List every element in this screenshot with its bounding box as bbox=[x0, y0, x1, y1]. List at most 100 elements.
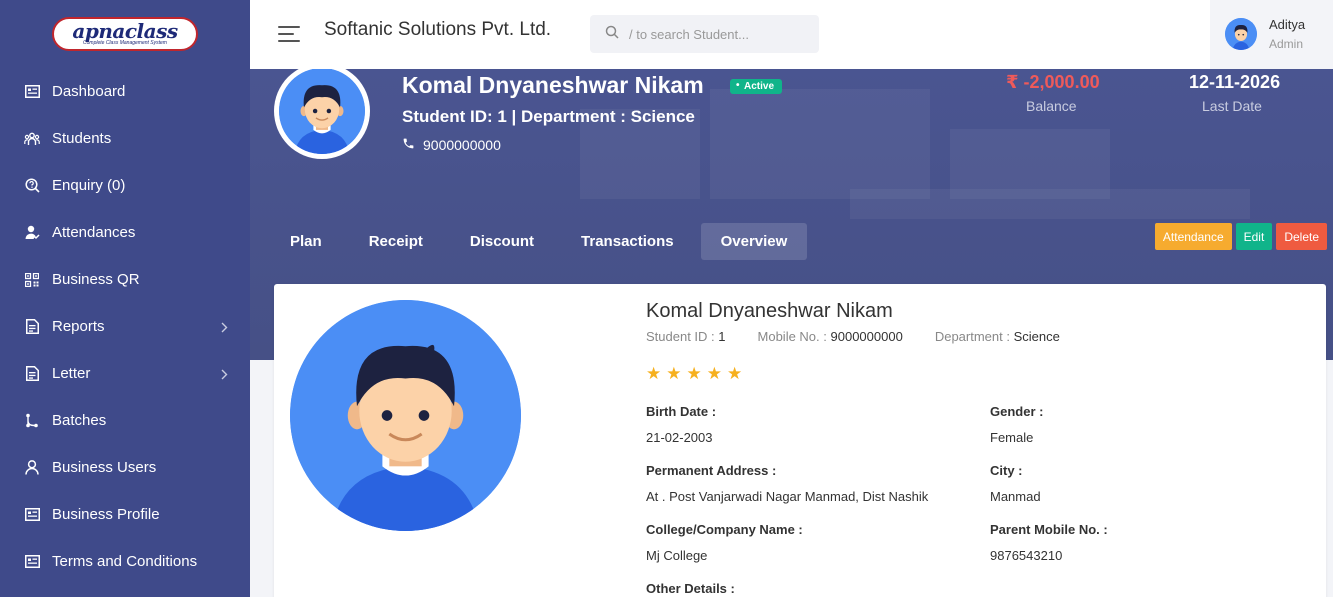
city-label: City : bbox=[990, 463, 1023, 478]
sidebar-item-label: Letter bbox=[52, 365, 91, 382]
sidebar-item-label: Business Users bbox=[52, 459, 157, 476]
sidebar: apnaclass Complete Class Management Syst… bbox=[0, 0, 250, 597]
sidebar-item-label: Business QR bbox=[52, 271, 140, 288]
star-icon: ★ bbox=[706, 364, 722, 383]
sidebar-item-terms[interactable]: Terms and Conditions bbox=[0, 538, 250, 585]
edit-button[interactable]: Edit bbox=[1235, 223, 1273, 250]
last-date-label: Last Date bbox=[1202, 98, 1262, 114]
birth-date-label: Birth Date : bbox=[646, 404, 717, 419]
student-phone: 9000000000 bbox=[402, 137, 501, 153]
tab-receipt[interactable]: Receipt bbox=[349, 223, 443, 260]
gender-label: Gender : bbox=[990, 404, 1044, 419]
terms-icon bbox=[24, 554, 40, 570]
star-icon: ★ bbox=[666, 364, 682, 383]
phone-icon bbox=[402, 137, 415, 153]
sidebar-item-attendances[interactable]: Attendances bbox=[0, 209, 250, 256]
enquiry-icon bbox=[24, 178, 40, 194]
company-name: Softanic Solutions Pvt. Ltd. bbox=[324, 19, 552, 40]
attendance-icon bbox=[24, 225, 40, 241]
rating-stars: ★ ★ ★ ★ ★ bbox=[646, 364, 747, 384]
student-id-group: Student ID : 1 bbox=[646, 329, 726, 344]
gender-value: Female bbox=[990, 430, 1034, 445]
top-header: Softanic Solutions Pvt. Ltd. Aditya Admi… bbox=[250, 0, 1333, 69]
user-name: Aditya bbox=[1269, 17, 1306, 32]
student-photo bbox=[290, 300, 521, 531]
user-icon bbox=[24, 460, 40, 476]
sidebar-item-dashboard[interactable]: Dashboard bbox=[0, 68, 250, 115]
profile-tabs: Plan Receipt Discount Transactions Overv… bbox=[270, 223, 814, 260]
sidebar-item-label: Dashboard bbox=[52, 83, 126, 100]
sidebar-item-batches[interactable]: Batches bbox=[0, 397, 250, 444]
user-menu[interactable]: Aditya Admin bbox=[1210, 0, 1333, 69]
sidebar-nav: Dashboard Students Enquiry (0) Attendanc… bbox=[0, 68, 250, 585]
department-value: Science bbox=[1013, 329, 1060, 344]
logo-sub-text: Complete Class Management System bbox=[83, 40, 167, 46]
address-value: At . Post Vanjarwadi Nagar Manmad, Dist … bbox=[646, 489, 929, 504]
banner-decoration bbox=[850, 189, 1250, 219]
sidebar-item-students[interactable]: Students bbox=[0, 115, 250, 162]
balance-label: Balance bbox=[1026, 98, 1077, 114]
city-value: Manmad bbox=[990, 489, 1041, 504]
batches-icon bbox=[24, 413, 40, 429]
parent-mobile-label: Parent Mobile No. : bbox=[990, 522, 1108, 537]
sidebar-item-reports[interactable]: Reports bbox=[0, 303, 250, 350]
tab-transactions[interactable]: Transactions bbox=[561, 223, 694, 260]
department-label: Department : bbox=[934, 329, 1010, 344]
student-id-value: 1 bbox=[718, 329, 726, 344]
chevron-right-icon bbox=[221, 367, 228, 384]
student-id-label: Student ID : bbox=[646, 329, 715, 344]
banner-decoration bbox=[710, 89, 930, 199]
student-meta: Student ID : 1 Mobile No. : 9000000000 D… bbox=[646, 329, 1092, 344]
logo-main-text: apnaclass bbox=[72, 19, 178, 43]
avatar bbox=[1225, 18, 1257, 50]
profile-avatar bbox=[274, 69, 370, 159]
address-label: Permanent Address : bbox=[646, 463, 777, 478]
search-box[interactable] bbox=[590, 15, 819, 53]
student-id-department: Student ID: 1 | Department : Science bbox=[402, 107, 695, 126]
star-icon: ★ bbox=[686, 364, 702, 383]
phone-number: 9000000000 bbox=[423, 137, 501, 153]
chevron-right-icon bbox=[221, 320, 228, 337]
sidebar-item-label: Terms and Conditions bbox=[52, 553, 198, 570]
students-icon bbox=[24, 131, 40, 147]
delete-button[interactable]: Delete bbox=[1276, 223, 1327, 250]
sidebar-item-letter[interactable]: Letter bbox=[0, 350, 250, 397]
star-icon: ★ bbox=[646, 364, 662, 383]
dashboard-icon bbox=[24, 84, 40, 100]
student-name-header: Komal Dnyaneshwar Nikam bbox=[402, 72, 704, 98]
department-group: Department : Science bbox=[935, 329, 1060, 344]
action-buttons: Attendance Edit Delete bbox=[1151, 223, 1327, 250]
sidebar-item-business-users[interactable]: Business Users bbox=[0, 444, 250, 491]
sidebar-item-label: Business Profile bbox=[52, 506, 160, 523]
college-label: College/Company Name : bbox=[646, 522, 803, 537]
tab-plan[interactable]: Plan bbox=[270, 223, 342, 260]
parent-mobile-value: 9876543210 bbox=[990, 548, 1063, 563]
college-value: Mj College bbox=[646, 548, 708, 563]
attendance-button[interactable]: Attendance bbox=[1154, 223, 1232, 250]
menu-toggle-icon[interactable] bbox=[278, 26, 300, 47]
status-badge: Active bbox=[730, 79, 783, 94]
search-icon bbox=[605, 25, 619, 44]
sidebar-item-enquiry[interactable]: Enquiry (0) bbox=[0, 162, 250, 209]
sidebar-item-label: Enquiry (0) bbox=[52, 177, 126, 194]
student-name: Komal Dnyaneshwar Nikam bbox=[646, 300, 893, 322]
star-icon: ★ bbox=[727, 364, 743, 383]
mobile-label: Mobile No. : bbox=[757, 329, 827, 344]
search-input[interactable] bbox=[629, 26, 809, 42]
sidebar-item-business-profile[interactable]: Business Profile bbox=[0, 491, 250, 538]
overview-card: Komal Dnyaneshwar Nikam Student ID : 1 M… bbox=[274, 284, 1326, 597]
reports-icon bbox=[24, 319, 40, 335]
sidebar-item-business-qr[interactable]: Business QR bbox=[0, 256, 250, 303]
sidebar-item-label: Students bbox=[52, 130, 112, 147]
sidebar-item-label: Batches bbox=[52, 412, 107, 429]
tab-overview[interactable]: Overview bbox=[700, 223, 808, 260]
last-date-value: 12-11-2026 bbox=[1189, 72, 1281, 92]
balance-value: ₹ -2,000.00 bbox=[1006, 72, 1100, 92]
user-role: Admin bbox=[1269, 37, 1304, 51]
tab-discount[interactable]: Discount bbox=[450, 223, 554, 260]
sidebar-item-label: Attendances bbox=[52, 224, 136, 241]
brand-logo[interactable]: apnaclass Complete Class Management Syst… bbox=[52, 17, 198, 51]
sidebar-item-label: Reports bbox=[52, 318, 105, 335]
letter-icon bbox=[24, 366, 40, 382]
mobile-value: 9000000000 bbox=[830, 329, 903, 344]
